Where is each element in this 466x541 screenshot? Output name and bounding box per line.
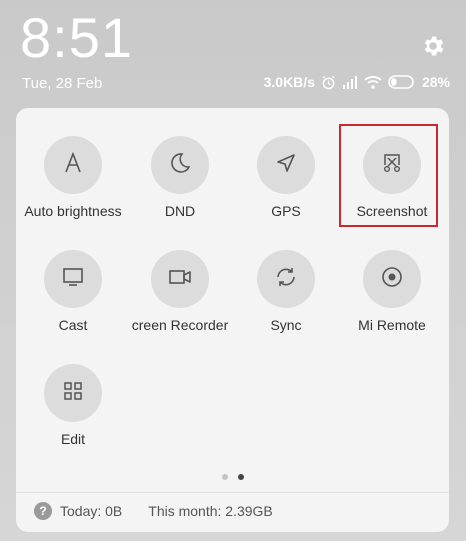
page-dot[interactable] [221, 474, 228, 480]
cast-button[interactable] [44, 250, 102, 308]
auto-brightness-button[interactable] [44, 136, 102, 194]
clock: 8:51 [20, 6, 133, 69]
moon-icon [169, 152, 191, 179]
font-a-icon [62, 151, 84, 179]
tile-label: DND [164, 203, 196, 219]
page-dot-active[interactable] [237, 474, 244, 480]
tile-dnd[interactable]: DND [125, 136, 235, 219]
screenshot-highlight-box [339, 124, 438, 227]
help-icon[interactable]: ? [34, 502, 52, 520]
sync-icon [274, 265, 298, 294]
tile-cast[interactable]: Cast [18, 250, 128, 333]
signal-icon [342, 75, 358, 89]
battery-icon [388, 75, 416, 89]
edit-button[interactable] [44, 364, 102, 422]
status-indicators: 3.0KB/s 28% [264, 74, 450, 90]
tile-auto-brightness[interactable]: Auto brightness [18, 136, 128, 219]
alarm-icon [321, 75, 336, 90]
network-speed: 3.0KB/s [263, 74, 315, 90]
video-camera-icon [168, 266, 192, 293]
mi-remote-button[interactable] [363, 250, 421, 308]
dnd-button[interactable] [151, 136, 209, 194]
monitor-icon [62, 266, 84, 293]
sync-button[interactable] [257, 250, 315, 308]
remote-target-icon [381, 266, 403, 293]
tile-screen-recorder[interactable]: creen Recorder [125, 250, 235, 333]
gps-button[interactable] [257, 136, 315, 194]
date: Tue, 28 Feb [22, 75, 103, 92]
screen-recorder-button[interactable] [151, 250, 209, 308]
wifi-icon [364, 75, 382, 89]
tile-mi-remote[interactable]: Mi Remote [337, 250, 447, 333]
tile-label: Auto brightness [24, 203, 122, 219]
location-arrow-icon [275, 152, 297, 179]
month-usage: This month: 2.39GB [148, 503, 273, 519]
tile-label: Mi Remote [358, 317, 426, 333]
page-indicator[interactable] [16, 474, 449, 480]
tile-gps[interactable]: GPS [231, 136, 341, 219]
grid-icon [62, 380, 84, 407]
tile-label: Cast [58, 317, 88, 333]
status-bar: 8:51 Tue, 28 Feb 3.0KB/s 28% [0, 0, 466, 110]
tile-label: Sync [270, 317, 302, 333]
tile-label: creen Recorder [131, 317, 229, 333]
data-usage-footer[interactable]: ? Today: 0B This month: 2.39GB [34, 502, 273, 520]
tile-sync[interactable]: Sync [231, 250, 341, 333]
today-usage: Today: 0B [60, 503, 123, 519]
battery-percent: 28% [421, 74, 450, 90]
settings-gear-icon[interactable] [420, 33, 446, 59]
divider [16, 492, 449, 493]
tile-label: Edit [60, 431, 86, 447]
tile-edit[interactable]: Edit [18, 364, 128, 447]
tile-label: GPS [271, 203, 301, 219]
quick-settings-panel: Auto brightness DND GPS Screenshot Cast … [16, 108, 449, 532]
